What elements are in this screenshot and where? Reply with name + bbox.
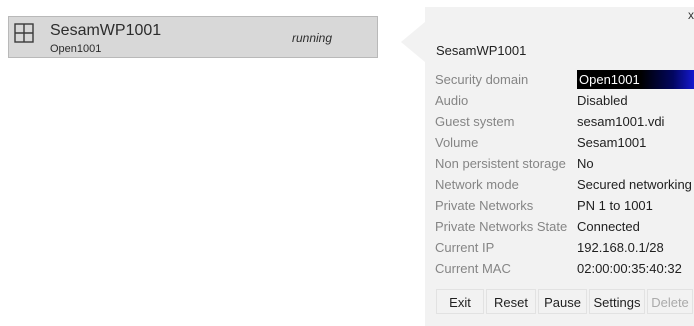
exit-button[interactable]: Exit bbox=[436, 289, 484, 314]
popover-title: SesamWP1001 bbox=[436, 43, 527, 58]
vm-name: SesamWP1001 bbox=[50, 22, 162, 39]
row-value: sesam1001.vdi bbox=[577, 114, 665, 129]
row-label: Private Networks bbox=[435, 198, 534, 213]
row-label: Non persistent storage bbox=[435, 156, 566, 171]
vm-domain: Open1001 bbox=[50, 43, 102, 55]
row-label: Private Networks State bbox=[435, 219, 568, 234]
row-label: Audio bbox=[435, 93, 469, 108]
security-domain-value: Open1001 bbox=[577, 70, 694, 89]
delete-button: Delete bbox=[647, 289, 693, 314]
row-label: Volume bbox=[435, 135, 479, 150]
row-value: Disabled bbox=[577, 93, 628, 108]
row-value: 02:00:00:35:40:32 bbox=[577, 261, 682, 276]
settings-button[interactable]: Settings bbox=[589, 289, 645, 314]
popover-arrow bbox=[401, 22, 425, 62]
row-value: Secured networking bbox=[577, 177, 692, 192]
row-label: Guest system bbox=[435, 114, 515, 129]
row-label: Current IP bbox=[435, 240, 495, 255]
reset-button[interactable]: Reset bbox=[486, 289, 536, 314]
close-icon[interactable]: x bbox=[688, 8, 694, 22]
grid-window-icon bbox=[14, 23, 34, 43]
vm-status: running bbox=[292, 31, 333, 45]
vm-card[interactable]: SesamWP1001 Open1001 running bbox=[8, 16, 378, 58]
row-value: No bbox=[577, 156, 594, 171]
row-label: Network mode bbox=[435, 177, 519, 192]
row-value: PN 1 to 1001 bbox=[577, 198, 653, 213]
row-label: Security domain bbox=[435, 72, 529, 87]
row-value: 192.168.0.1/28 bbox=[577, 240, 664, 255]
row-label: Current MAC bbox=[435, 261, 511, 276]
row-value: Sesam1001 bbox=[577, 135, 647, 150]
row-value: Connected bbox=[577, 219, 640, 234]
pause-button[interactable]: Pause bbox=[538, 289, 587, 314]
